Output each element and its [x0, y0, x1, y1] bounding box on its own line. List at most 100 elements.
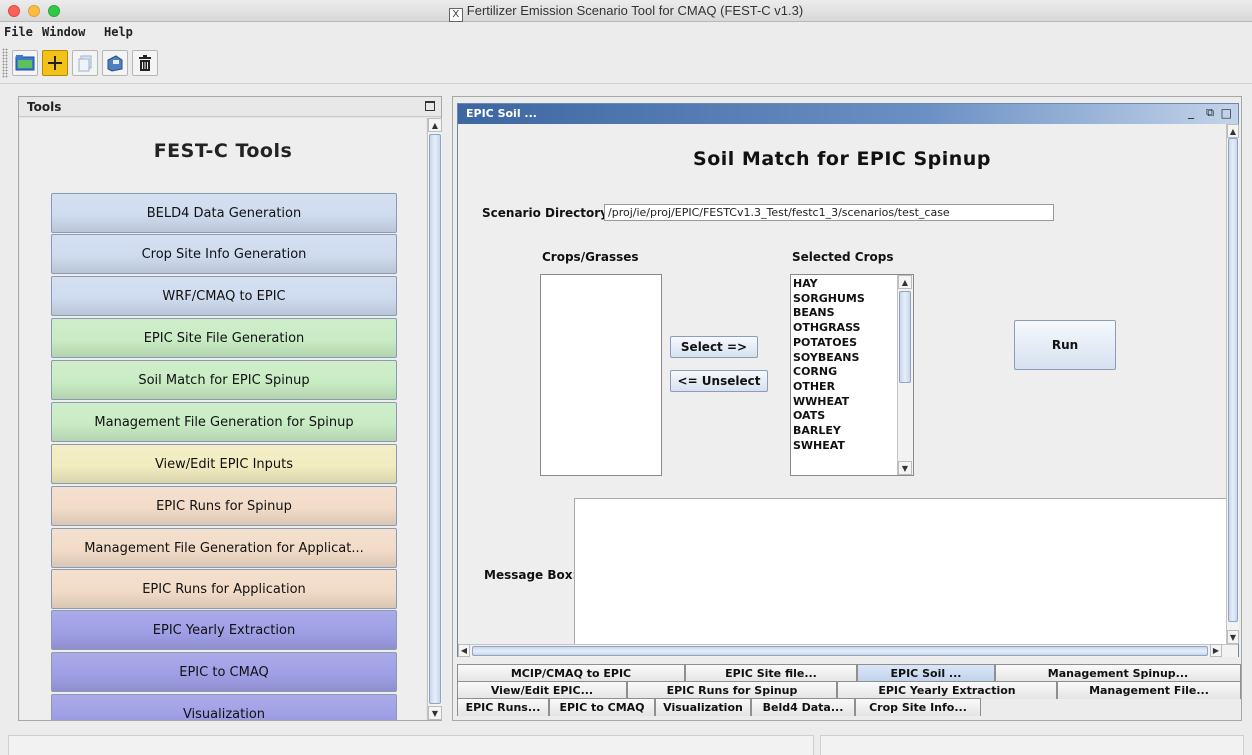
scroll-down-arrow-icon[interactable]: ▼	[1227, 630, 1239, 644]
tab[interactable]: EPIC Runs for Spinup	[627, 681, 837, 699]
list-item[interactable]: POTATOES	[791, 336, 897, 351]
tool-button[interactable]: EPIC Site File Generation	[51, 318, 397, 358]
list-item[interactable]: OATS	[791, 409, 897, 424]
crops-grasses-label: Crops/Grasses	[542, 250, 639, 264]
desktop-pane: EPIC Soil ... _ ⧉ □ Soil Match for EPIC …	[452, 96, 1242, 721]
copy-icon[interactable]	[72, 50, 98, 76]
app-window: X Fertilizer Emission Scenario Tool for C…	[0, 0, 1252, 755]
tool-button[interactable]: Soil Match for EPIC Spinup	[51, 360, 397, 400]
tab[interactable]: Crop Site Info...	[855, 698, 981, 716]
list-item[interactable]: CORNG	[791, 365, 897, 380]
list-item[interactable]: SOYBEANS	[791, 351, 897, 366]
selected-crops-scrollbar[interactable]: ▲ ▼	[897, 275, 913, 475]
selected-crops-label: Selected Crops	[792, 250, 894, 264]
toolbar	[0, 42, 1252, 84]
title-bar: X Fertilizer Emission Scenario Tool for C…	[0, 0, 1252, 22]
tools-frame-titlebar[interactable]: Tools	[19, 97, 441, 117]
tab[interactable]: Visualization	[655, 698, 751, 716]
x11-icon: X	[448, 8, 463, 22]
scenario-directory-label: Scenario Directory:	[482, 206, 613, 220]
trash-icon[interactable]	[132, 50, 158, 76]
list-item[interactable]: BARLEY	[791, 424, 897, 439]
toolbar-grip[interactable]	[2, 48, 8, 78]
run-button[interactable]: Run	[1014, 320, 1116, 370]
scroll-thumb[interactable]	[472, 646, 1208, 656]
tool-button[interactable]: Management File Generation for Spinup	[51, 402, 397, 442]
unselect-button[interactable]: <= Unselect	[670, 370, 768, 392]
scroll-up-arrow-icon[interactable]: ▲	[1227, 124, 1239, 138]
add-icon[interactable]	[42, 50, 68, 76]
list-item[interactable]: OTHER	[791, 380, 897, 395]
panel-heading: Soil Match for EPIC Spinup	[693, 148, 991, 170]
maximize-icon[interactable]	[425, 101, 435, 111]
list-item[interactable]: SORGHUMS	[791, 292, 897, 307]
panel-horizontal-scrollbar[interactable]: ◀ ▶	[458, 644, 1238, 657]
tab[interactable]: EPIC Runs...	[457, 698, 549, 716]
menu-file[interactable]: File	[4, 25, 33, 39]
scenario-directory-field[interactable]: /proj/ie/proj/EPIC/FESTCv1.3_Test/festc1…	[604, 204, 1054, 221]
scroll-up-arrow-icon[interactable]: ▲	[898, 275, 912, 289]
message-box[interactable]	[574, 498, 1226, 644]
scroll-thumb[interactable]	[1228, 138, 1238, 622]
menu-window[interactable]: Window	[42, 25, 85, 39]
tool-button[interactable]: Visualization	[51, 694, 397, 720]
tab[interactable]: EPIC Soil ...	[857, 664, 995, 682]
select-button[interactable]: Select =>	[670, 336, 758, 358]
tool-button[interactable]: EPIC Runs for Spinup	[51, 486, 397, 526]
panel-vertical-scrollbar[interactable]: ▲ ▼	[1226, 124, 1239, 644]
tools-frame-title: Tools	[27, 100, 62, 114]
scroll-left-arrow-icon[interactable]: ◀	[458, 644, 470, 657]
list-item[interactable]: HAY	[791, 277, 897, 292]
tool-button[interactable]: Management File Generation for Applicat.…	[51, 528, 397, 568]
message-box-label: Message Box:	[484, 568, 578, 582]
tools-frame: Tools FEST-C Tools BELD4 Data Generation…	[18, 96, 442, 721]
window-title-label: Fertilizer Emission Scenario Tool for CM…	[466, 3, 804, 18]
window-title: X Fertilizer Emission Scenario Tool for C…	[0, 3, 1252, 22]
tab[interactable]: Management File...	[1057, 681, 1241, 699]
scroll-down-arrow-icon[interactable]: ▼	[898, 461, 912, 475]
list-item[interactable]: SWHEAT	[791, 439, 897, 454]
status-panel-left	[8, 735, 814, 755]
list-item[interactable]: BEANS	[791, 306, 897, 321]
tab[interactable]: EPIC Site file...	[685, 664, 857, 682]
tool-button[interactable]: View/Edit EPIC Inputs	[51, 444, 397, 484]
status-bar	[0, 727, 1252, 755]
tab[interactable]: EPIC Yearly Extraction	[837, 681, 1057, 699]
tools-scrollbar[interactable]: ▲ ▼	[427, 118, 442, 720]
selected-crops-items: HAY SORGHUMS BEANS OTHGRASS POTATOES SOYBEANS…	[791, 277, 897, 453]
scroll-right-arrow-icon[interactable]: ▶	[1210, 644, 1222, 657]
scroll-thumb[interactable]	[429, 134, 441, 704]
tab[interactable]: Beld4 Data...	[751, 698, 855, 716]
crops-grasses-list[interactable]	[540, 274, 662, 476]
save-icon[interactable]	[102, 50, 128, 76]
tool-button[interactable]: EPIC to CMAQ	[51, 652, 397, 692]
open-folder-icon[interactable]	[12, 50, 38, 76]
restore-icon[interactable]: ⧉	[1206, 106, 1214, 120]
tab[interactable]: Management Spinup...	[995, 664, 1241, 682]
menu-help[interactable]: Help	[104, 25, 133, 39]
scroll-thumb[interactable]	[899, 291, 911, 383]
menu-bar: File Window Help	[0, 22, 1252, 42]
epic-soil-panel: Soil Match for EPIC Spinup Scenario Dire…	[458, 124, 1226, 644]
list-item[interactable]: WWHEAT	[791, 395, 897, 410]
tab[interactable]: MCIP/CMAQ to EPIC	[457, 664, 685, 682]
scroll-down-arrow-icon[interactable]: ▼	[428, 706, 442, 720]
tool-button[interactable]: EPIC Runs for Application	[51, 569, 397, 609]
list-item[interactable]: OTHGRASS	[791, 321, 897, 336]
minimize-icon[interactable]: _	[1188, 105, 1194, 119]
tool-button[interactable]: BELD4 Data Generation	[51, 193, 397, 233]
epic-soil-titlebar[interactable]: EPIC Soil ... _ ⧉ □	[458, 104, 1238, 124]
tools-panel: FEST-C Tools BELD4 Data Generation Crop S…	[20, 118, 426, 720]
maximize-icon[interactable]: □	[1221, 106, 1232, 120]
scroll-up-arrow-icon[interactable]: ▲	[428, 118, 442, 132]
epic-soil-frame: EPIC Soil ... _ ⧉ □ Soil Match for EPIC …	[457, 103, 1239, 657]
tab[interactable]: View/Edit EPIC...	[457, 681, 627, 699]
tools-heading: FEST-C Tools	[153, 140, 293, 162]
status-panel-right	[820, 735, 1244, 755]
tool-button[interactable]: Crop Site Info Generation	[51, 234, 397, 274]
tool-button[interactable]: WRF/CMAQ to EPIC	[51, 276, 397, 316]
tool-button[interactable]: EPIC Yearly Extraction	[51, 610, 397, 650]
tab[interactable]: EPIC to CMAQ	[549, 698, 655, 716]
epic-soil-frame-title: EPIC Soil ...	[466, 107, 537, 120]
selected-crops-list[interactable]: HAY SORGHUMS BEANS OTHGRASS POTATOES SOYBEANS…	[790, 274, 914, 476]
